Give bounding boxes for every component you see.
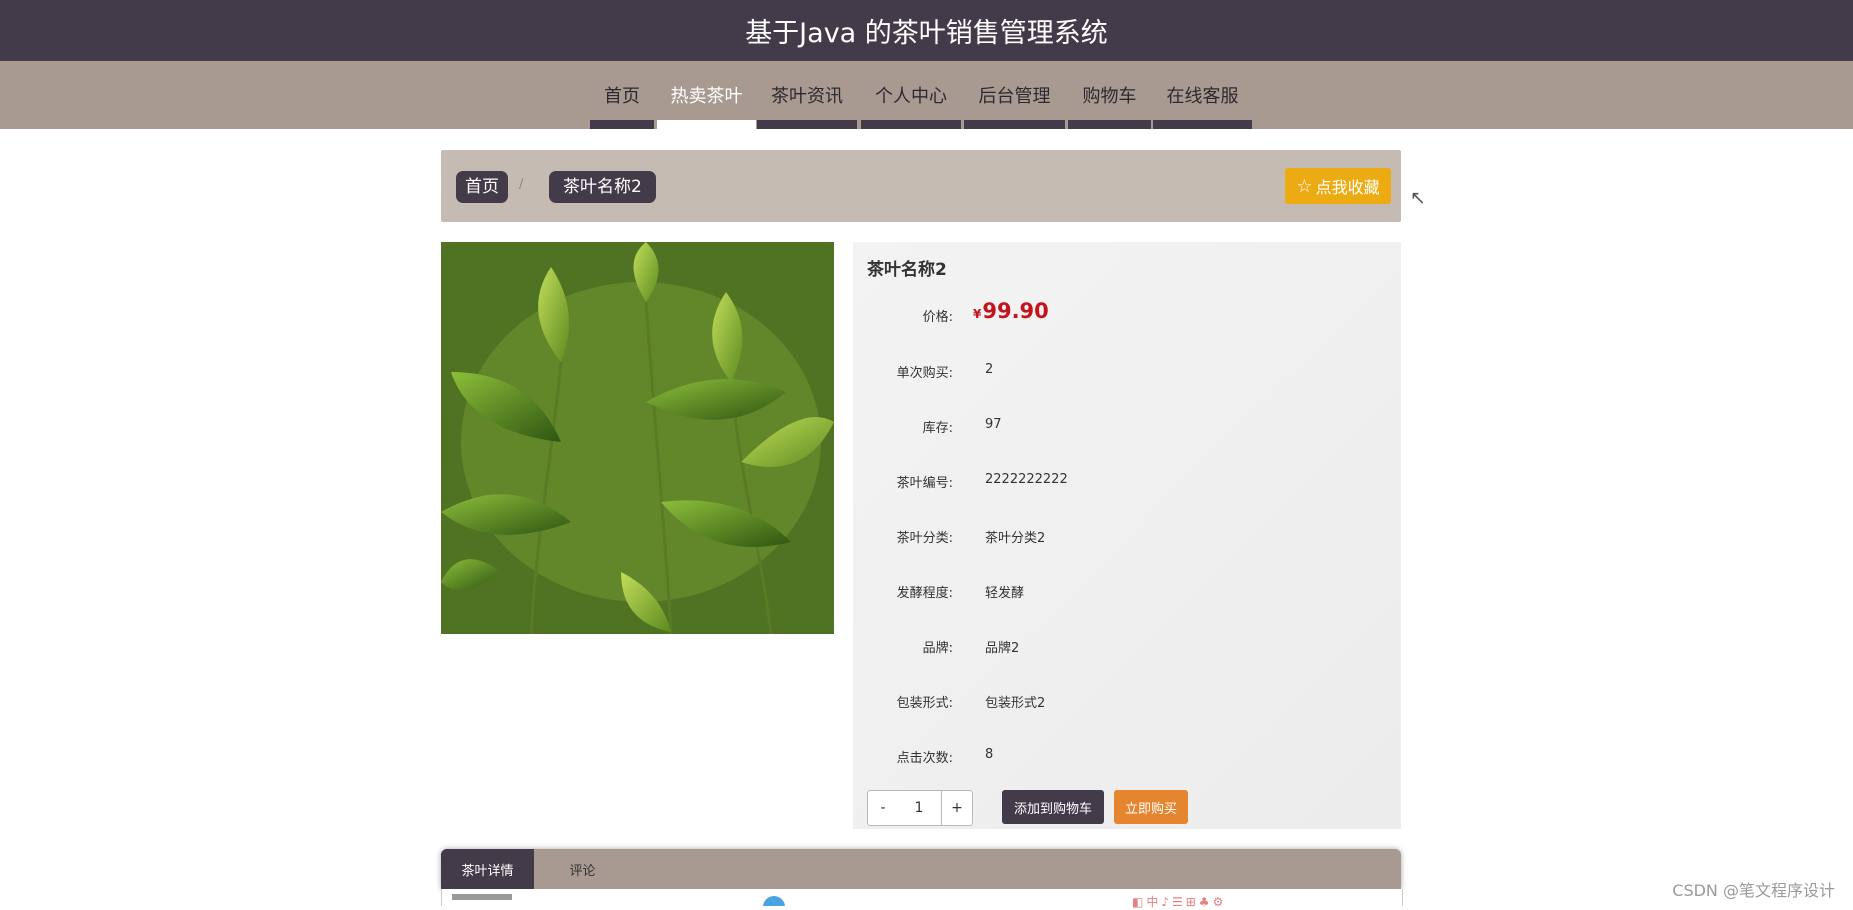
nav-item-label: 个人中心 xyxy=(875,86,947,107)
breadcrumb-home[interactable]: 首页 xyxy=(456,171,508,203)
product-info-panel: 茶叶名称2 价格: ¥99.90 单次购买: 2 库存: 97 茶叶编号: 22… xyxy=(853,242,1401,829)
currency-symbol: ¥ xyxy=(973,307,982,321)
nav-underline xyxy=(757,120,857,129)
tab-content xyxy=(441,889,1403,906)
favorite-button[interactable]: ☆ 点我收藏 xyxy=(1285,168,1391,204)
nav-underline xyxy=(1153,120,1252,129)
nav-item-support[interactable]: 在线客服 xyxy=(1153,61,1252,129)
tea-leaves-photo xyxy=(441,242,834,634)
field-label: 品牌: xyxy=(922,641,953,656)
field-value-packaging: 包装形式2 xyxy=(985,696,1046,711)
mouse-cursor-icon: ↖ xyxy=(1410,187,1426,209)
buy-now-button[interactable]: 立即购买 xyxy=(1114,790,1188,824)
field-label: 单次购买: xyxy=(896,366,953,381)
nav-underline xyxy=(1068,120,1151,129)
field-value-tea-code: 2222222222 xyxy=(985,472,1068,487)
help-bubble-icon xyxy=(763,896,785,906)
field-value-per-purchase: 2 xyxy=(985,362,994,377)
field-label: 茶叶编号: xyxy=(896,476,953,491)
nav-item-home[interactable]: 首页 xyxy=(590,61,654,129)
nav-underline xyxy=(861,120,961,129)
tab-comments[interactable]: 评论 xyxy=(534,849,631,889)
content-text-stub xyxy=(452,894,512,900)
nav-item-tea-news[interactable]: 茶叶资讯 xyxy=(757,61,857,129)
field-label: 库存: xyxy=(922,421,953,436)
add-to-cart-button[interactable]: 添加到购物车 xyxy=(1002,790,1104,824)
favorite-label: 点我收藏 xyxy=(1315,178,1380,197)
nav-item-label: 在线客服 xyxy=(1166,86,1239,107)
site-title: 基于Java 的茶叶销售管理系统 xyxy=(745,18,1108,49)
nav-underline xyxy=(590,120,654,129)
nav-item-label: 热卖茶叶 xyxy=(670,86,743,107)
field-value-stock: 97 xyxy=(985,417,1002,432)
field-label: 茶叶分类: xyxy=(896,531,953,546)
nav-item-label: 购物车 xyxy=(1082,86,1137,107)
nav-item-hot-tea[interactable]: 热卖茶叶 xyxy=(657,61,756,129)
ime-toolbar-icons: ◧中♪☰⊞♣⚙ xyxy=(1132,895,1227,909)
quantity-increment-button[interactable]: + xyxy=(941,790,973,826)
quantity-decrement-button[interactable]: - xyxy=(867,790,899,826)
detail-tabs: 茶叶详情 评论 xyxy=(441,849,1401,889)
field-value-fermentation: 轻发酵 xyxy=(985,586,1025,601)
breadcrumb-current[interactable]: 茶叶名称2 xyxy=(549,171,656,203)
nav-item-label: 首页 xyxy=(604,86,640,107)
tab-tea-details[interactable]: 茶叶详情 xyxy=(441,849,534,889)
nav-item-profile[interactable]: 个人中心 xyxy=(861,61,961,129)
nav-item-label: 后台管理 xyxy=(978,86,1051,107)
nav-underline xyxy=(657,120,756,129)
breadcrumb-separator: / xyxy=(519,177,524,192)
price-value: ¥99.90 xyxy=(973,299,1049,323)
field-value-category: 茶叶分类2 xyxy=(985,531,1046,546)
nav-underline xyxy=(964,120,1065,129)
main-nav: 首页 热卖茶叶 茶叶资讯 个人中心 后台管理 购物车 在线客服 xyxy=(0,61,1853,129)
breadcrumb: 首页 / 茶叶名称2 ☆ 点我收藏 xyxy=(441,150,1401,222)
product-image xyxy=(441,242,834,634)
nav-item-admin[interactable]: 后台管理 xyxy=(964,61,1065,129)
watermark: CSDN @笔文程序设计 xyxy=(1672,881,1835,900)
field-value-brand: 品牌2 xyxy=(985,641,1020,656)
field-label: 点击次数: xyxy=(896,751,953,766)
price-label: 价格: xyxy=(922,310,953,325)
field-value-clicks: 8 xyxy=(985,747,994,762)
price-amount: 99.90 xyxy=(982,299,1049,323)
nav-item-label: 茶叶资讯 xyxy=(771,86,843,107)
field-label: 发酵程度: xyxy=(896,586,953,601)
nav-item-cart[interactable]: 购物车 xyxy=(1068,61,1151,129)
field-label: 包装形式: xyxy=(896,696,953,711)
quantity-input[interactable]: 1 xyxy=(897,790,941,826)
star-icon: ☆ xyxy=(1296,175,1313,197)
product-name: 茶叶名称2 xyxy=(867,260,947,280)
site-header: 基于Java 的茶叶销售管理系统 xyxy=(0,0,1853,61)
